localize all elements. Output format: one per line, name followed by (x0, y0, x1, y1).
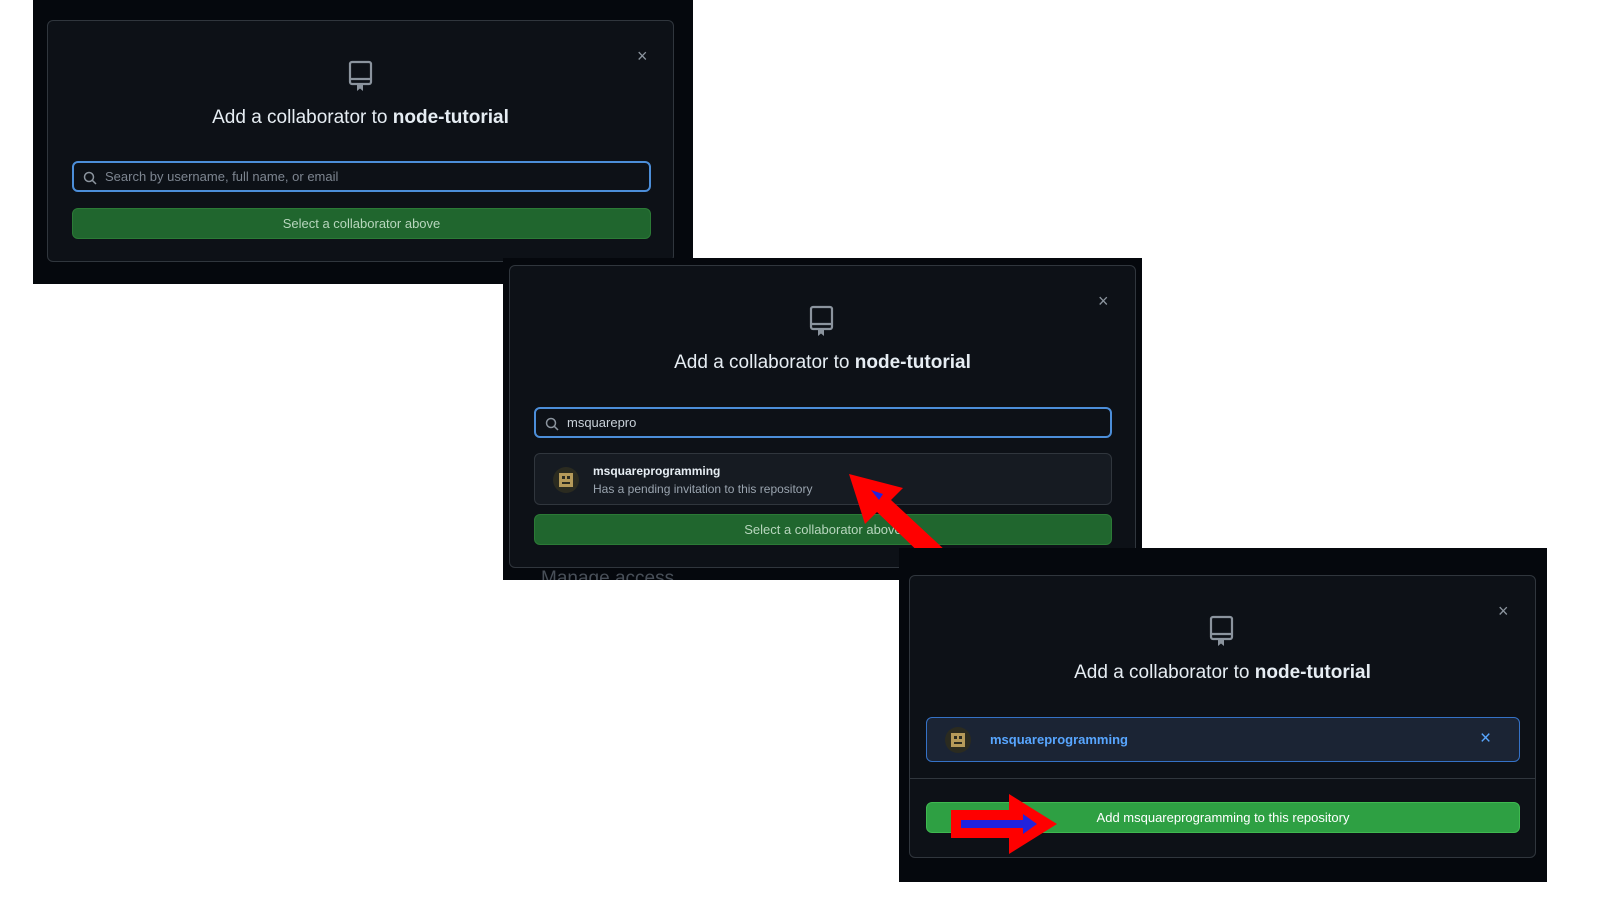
title-prefix: Add a collaborator to (1074, 662, 1250, 683)
avatar (945, 727, 971, 753)
repo-name: node-tutorial (392, 107, 509, 128)
select-collaborator-button[interactable]: Select a collaborator above (534, 514, 1112, 545)
screenshot-3: × Add a collaborator to node-tutorial ms… (899, 548, 1547, 882)
search-placeholder: Search by username, full name, or email (105, 169, 339, 184)
repo-icon (809, 305, 834, 336)
avatar (553, 467, 579, 493)
remove-user-icon[interactable]: × (1480, 729, 1491, 748)
search-input[interactable]: Search by username, full name, or email (72, 161, 651, 192)
annotation-arrow-icon (951, 794, 1057, 854)
repo-name: node-tutorial (1254, 662, 1371, 683)
divider (910, 778, 1535, 779)
add-collaborator-dialog: × Add a collaborator to node-tutorial ms… (509, 265, 1136, 568)
repo-name: node-tutorial (854, 352, 971, 373)
suggestion-username: msquareprogramming (593, 464, 721, 478)
close-icon[interactable]: × (1098, 292, 1109, 310)
add-collaborator-dialog: × Add a collaborator to node-tutorial Se… (47, 20, 674, 262)
suggestion-status: Has a pending invitation to this reposit… (593, 482, 813, 496)
search-value: msquarepro (567, 415, 637, 430)
title-prefix: Add a collaborator to (674, 352, 850, 373)
search-icon (545, 417, 559, 431)
search-icon (83, 171, 97, 185)
screenshot-2: × Add a collaborator to node-tutorial ms… (503, 258, 1142, 580)
title-prefix: Add a collaborator to (212, 107, 388, 128)
select-collaborator-button[interactable]: Select a collaborator above (72, 208, 651, 239)
dialog-title: Add a collaborator to node-tutorial (510, 352, 1135, 374)
screenshot-1: × Add a collaborator to node-tutorial Se… (33, 0, 693, 284)
background-text: Manage access (541, 568, 675, 580)
selected-user: msquareprogramming × (926, 717, 1520, 762)
suggestion-item[interactable]: msquareprogramming Has a pending invitat… (534, 453, 1112, 505)
repo-icon (1209, 615, 1234, 646)
dialog-title: Add a collaborator to node-tutorial (910, 662, 1535, 684)
selected-username: msquareprogramming (990, 732, 1128, 747)
close-icon[interactable]: × (637, 47, 648, 65)
search-input[interactable]: msquarepro (534, 407, 1112, 438)
close-icon[interactable]: × (1498, 602, 1509, 620)
repo-icon (348, 60, 373, 91)
dialog-title: Add a collaborator to node-tutorial (48, 107, 673, 129)
